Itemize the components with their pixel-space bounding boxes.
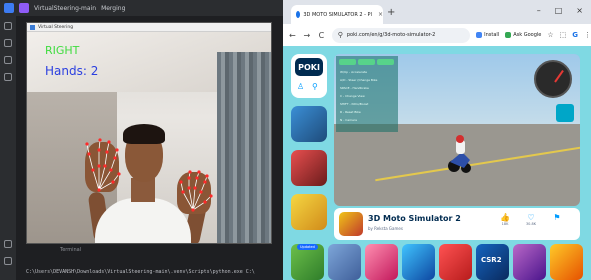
gesture-direction-text: RIGHT [45, 44, 80, 57]
google-lens-icon [505, 32, 512, 38]
browser-toolbar: ← → C ⚲ poki.com/en/g/3d-moto-simulator-… [283, 24, 591, 46]
webcam-feed: RIGHT Hands: 2 [27, 32, 271, 243]
camera-window[interactable]: Virtual Steering RIGHT Hands: 2 [26, 22, 272, 244]
app-logo-icon [4, 3, 14, 13]
poki-nav-card: POKI ♙ ⚲ [291, 54, 327, 98]
side-game-thumbnail[interactable] [291, 194, 327, 230]
browser-tab-bar: 3D MOTO SIMULATOR 2 - Pl × + – □ × [283, 0, 591, 24]
heart-icon: ♡ [527, 213, 535, 222]
control-instruction: N - Camera [340, 118, 358, 122]
thumbs-up-icon: 👍 [500, 213, 510, 222]
browser-window: 3D MOTO SIMULATOR 2 - Pl × + – □ × ← → C… [283, 0, 591, 280]
favorite-button[interactable]: ♡ 30.8K [520, 213, 542, 226]
tab-title: 3D MOTO SIMULATOR 2 - Pl [303, 11, 372, 18]
game-menu-button[interactable] [358, 59, 375, 65]
hands-count-text: Hands: 2 [45, 64, 99, 78]
user-icon[interactable]: ♙ [297, 82, 304, 91]
related-game-thumbnail[interactable] [402, 244, 435, 280]
poki-page: POKI ♙ ⚲ W/Up - Accelerate A/D - Steer (… [283, 46, 591, 280]
commit-icon[interactable] [4, 39, 12, 47]
updated-badge: Updated [297, 244, 318, 250]
extensions-icon[interactable]: ⬚ [560, 31, 567, 39]
ask-google-label: Ask Google [513, 32, 542, 38]
terminal-output-line: C:\Users\DEVANSH\Downloads\VirtualSteeri… [26, 269, 255, 275]
related-game-thumbnail[interactable] [365, 244, 398, 280]
structure-icon[interactable] [4, 56, 12, 64]
branch-name[interactable]: Merging [101, 5, 125, 12]
related-game-thumbnail[interactable] [328, 244, 361, 280]
related-game-thumbnail[interactable] [550, 244, 583, 280]
search-icon[interactable]: ⚲ [312, 82, 318, 91]
favorite-count: 30.8K [525, 222, 537, 226]
motorbike-rider [448, 135, 471, 173]
game-controls-panel: W/Up - Accelerate A/D - Steer (Change Bi… [336, 56, 398, 132]
reload-button[interactable]: C [317, 31, 326, 40]
related-game-thumbnail[interactable]: CSR2 [476, 244, 509, 280]
side-game-thumbnail[interactable] [291, 106, 327, 142]
terminal-tab[interactable]: Terminal [60, 247, 81, 253]
new-tab-button[interactable]: + [387, 7, 395, 18]
terminal-panel[interactable]: Terminal C:\Users\DEVANSH\Downloads\Virt… [16, 244, 283, 280]
ide-titlebar: VirtualSteering-main Merging [0, 0, 283, 16]
browser-tab-active[interactable]: 3D MOTO SIMULATOR 2 - Pl × [291, 5, 383, 24]
project-name[interactable]: VirtualSteering-main [34, 5, 96, 12]
install-label: Install [484, 32, 500, 38]
url-text[interactable]: poki.com/en/g/3d-moto-simulator-2 [347, 32, 436, 38]
more-icon[interactable] [4, 73, 12, 81]
ask-google-button[interactable]: Ask Google [505, 32, 541, 38]
related-game-label: CSR2 [481, 256, 502, 264]
control-instruction: R - Reset Bike [340, 110, 361, 114]
control-instruction: SHIFT - Nitro/Boost [340, 102, 369, 106]
tab-close-icon[interactable]: × [378, 11, 383, 18]
like-button[interactable]: 👍 18K [494, 213, 516, 226]
control-instruction: SPACE - Handbrake [340, 86, 369, 90]
run-icon[interactable] [4, 240, 12, 248]
speedometer-gauge [534, 60, 572, 98]
report-button[interactable]: ⚑ [546, 213, 568, 222]
address-bar[interactable]: ⚲ poki.com/en/g/3d-moto-simulator-2 [331, 27, 471, 43]
game-menu-button[interactable] [339, 59, 356, 65]
control-instruction: A/D - Steer (Change Bike [340, 78, 378, 82]
related-game-thumbnail[interactable] [439, 244, 472, 280]
ide-window: VirtualSteering-main Merging Terminal C:… [0, 0, 283, 280]
game-title: 3D Moto Simulator 2 [368, 214, 461, 223]
project-icon[interactable] [19, 3, 29, 13]
bookmark-star-icon[interactable]: ☆ [547, 31, 553, 39]
folder-icon[interactable] [4, 22, 12, 30]
poki-logo[interactable]: POKI [295, 58, 323, 76]
game-canvas[interactable]: W/Up - Accelerate A/D - Steer (Change Bi… [334, 54, 580, 206]
game-info-bar: 3D Moto Simulator 2 by Reksta Games 👍 18… [334, 208, 580, 240]
forward-button[interactable]: → [303, 31, 312, 40]
site-info-icon[interactable]: ⚲ [338, 31, 343, 39]
back-button[interactable]: ← [288, 31, 297, 40]
minimize-button[interactable]: – [537, 6, 541, 15]
camera-window-titlebar[interactable]: Virtual Steering [27, 23, 271, 32]
maximize-button[interactable]: □ [555, 6, 563, 15]
camera-window-icon [30, 24, 35, 30]
ide-tool-sidebar [0, 16, 16, 280]
side-game-thumbnail[interactable] [291, 150, 327, 186]
control-instruction: W/Up - Accelerate [340, 70, 367, 74]
browser-menu-icon[interactable]: ⋮ [584, 31, 591, 39]
window-controls: – □ × [537, 6, 583, 15]
terminal-icon[interactable] [4, 257, 12, 265]
install-button[interactable]: Install [476, 32, 499, 38]
camera-window-title: Virtual Steering [38, 24, 74, 30]
related-game-thumbnail[interactable] [513, 244, 546, 280]
profile-avatar[interactable]: G [572, 31, 578, 39]
related-games-row: CSR2 [291, 244, 587, 280]
control-instruction: C - Change View [340, 94, 365, 98]
flag-icon: ⚑ [553, 213, 561, 222]
game-menu-button[interactable] [377, 59, 394, 65]
install-icon [476, 32, 483, 38]
close-window-button[interactable]: × [576, 6, 583, 15]
like-count: 18K [501, 222, 509, 226]
game-developer[interactable]: by Reksta Games [368, 226, 403, 231]
game-icon [339, 212, 363, 236]
speedometer-needle [554, 69, 564, 83]
tab-favicon-icon [296, 11, 301, 18]
game-camera-button[interactable] [556, 104, 574, 122]
